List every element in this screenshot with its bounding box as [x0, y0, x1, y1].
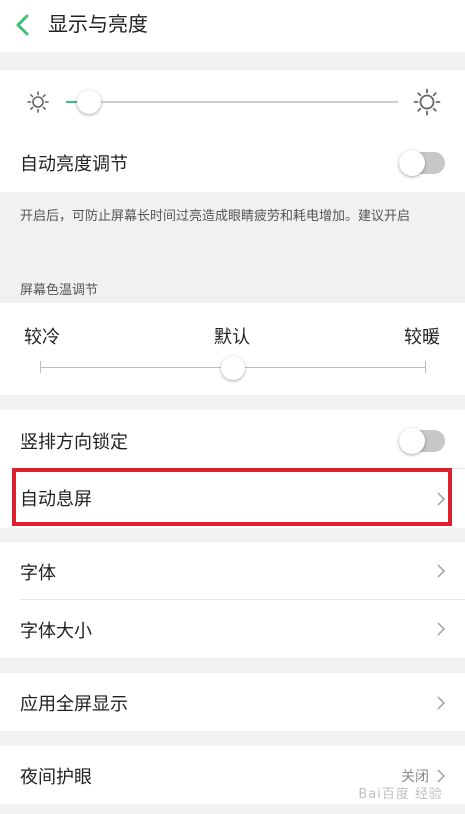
- fullscreen-apps-label: 应用全屏显示: [20, 694, 128, 715]
- font-label: 字体: [20, 563, 56, 584]
- color-temp-slider-thumb[interactable]: [221, 356, 245, 380]
- fullscreen-apps-card[interactable]: 应用全屏显示: [0, 673, 465, 731]
- screen-timeout-label: 自动息屏: [20, 489, 92, 510]
- color-temp-tick-right: [425, 361, 426, 373]
- brightness-slider-track[interactable]: [66, 101, 398, 103]
- chevron-right-icon: [437, 696, 445, 710]
- page-title: 显示与亮度: [48, 12, 148, 36]
- chevron-right-icon: [437, 769, 445, 783]
- chevron-right-icon: [437, 622, 445, 636]
- brightness-slider-thumb[interactable]: [76, 90, 101, 114]
- color-temp-cold-label: 较冷: [24, 327, 60, 348]
- font-card: 字体 字体大小: [0, 542, 465, 658]
- auto-brightness-toggle[interactable]: [399, 150, 445, 176]
- back-chevron-icon[interactable]: [14, 13, 32, 37]
- color-temp-card: 较冷 默认 较暖: [0, 303, 465, 395]
- chevron-right-icon: [437, 492, 445, 506]
- watermark: Bai百度 经验: [358, 787, 443, 802]
- font-size-label: 字体大小: [20, 621, 92, 642]
- color-temp-warm-label: 较暖: [404, 327, 440, 348]
- portrait-lock-toggle[interactable]: [399, 428, 445, 454]
- toggle-knob: [399, 428, 425, 454]
- portrait-lock-label: 竖排方向锁定: [20, 432, 128, 453]
- chevron-right-icon: [437, 564, 445, 578]
- color-temp-tick-left: [40, 361, 41, 373]
- font-row[interactable]: 字体: [0, 542, 465, 599]
- screen-timeout-row[interactable]: 自动息屏: [0, 469, 465, 528]
- color-temp-section-label: 屏幕色温调节: [20, 283, 99, 298]
- brightness-high-icon: [413, 88, 441, 116]
- font-size-row[interactable]: 字体大小: [0, 600, 465, 658]
- brightness-low-icon: [27, 91, 49, 113]
- toggle-knob: [399, 150, 425, 176]
- color-temp-default-label: 默认: [214, 327, 250, 348]
- auto-brightness-note: 开启后，可防止屏幕长时间过亮造成眼睛疲劳和耗电增加。建议开启: [20, 209, 411, 224]
- top-bar: 显示与亮度: [0, 0, 465, 52]
- orientation-timeout-card: 竖排方向锁定 自动息屏: [0, 410, 465, 528]
- brightness-card: 自动亮度调节: [0, 70, 465, 192]
- auto-brightness-label: 自动亮度调节: [20, 154, 128, 175]
- night-mode-label: 夜间护眼: [20, 767, 92, 788]
